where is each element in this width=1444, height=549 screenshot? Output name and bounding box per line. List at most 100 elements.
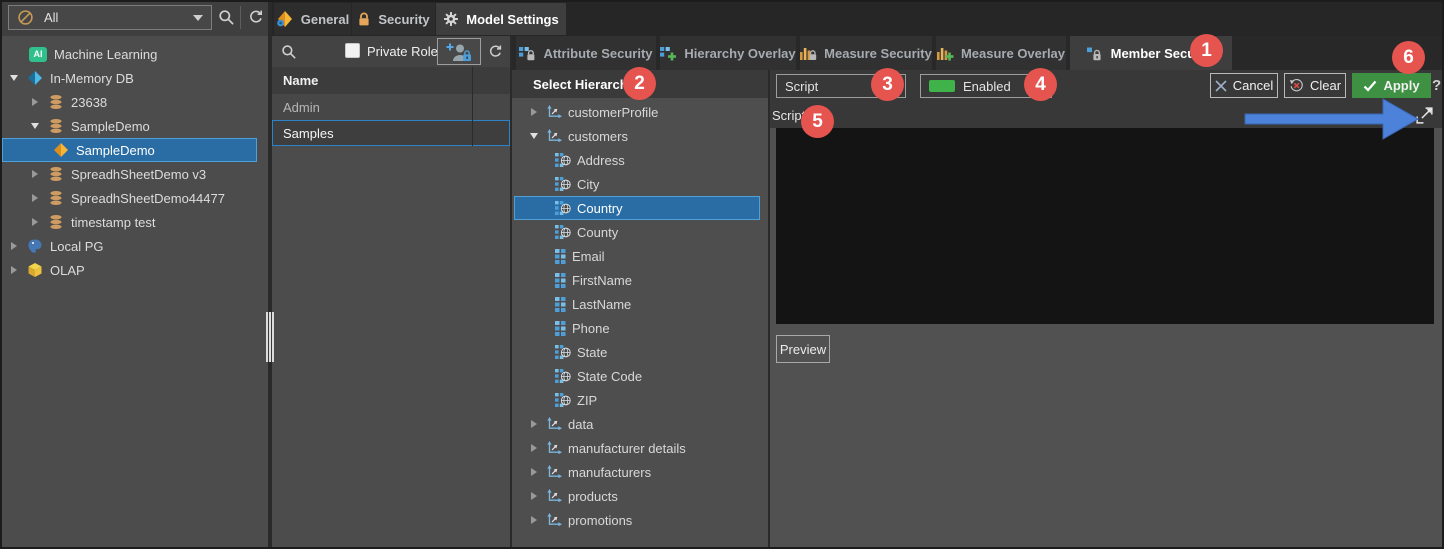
measure-security-icon: [800, 46, 817, 61]
expander-collapsed[interactable]: [8, 242, 20, 250]
olap-cube-icon: [27, 262, 43, 278]
hier-item-label: Address: [577, 153, 625, 168]
hier-item-label: City: [577, 177, 599, 192]
tree-item-label: SpreadhSheetDemo v3: [71, 167, 206, 182]
hier-item-county[interactable]: County: [512, 220, 768, 244]
expander-collapsed[interactable]: [29, 98, 41, 106]
expander-collapsed[interactable]: [528, 516, 540, 524]
hier-item-city[interactable]: City: [512, 172, 768, 196]
hier-item-customers[interactable]: customers: [512, 124, 768, 148]
hier-item-address[interactable]: Address: [512, 148, 768, 172]
hier-item-firstname[interactable]: FirstName: [512, 268, 768, 292]
hier-item-customerprofile[interactable]: customerProfile: [512, 100, 768, 124]
hier-item-state[interactable]: State: [512, 340, 768, 364]
tab-security[interactable]: Security: [352, 3, 435, 35]
hier-item-promotions[interactable]: promotions: [512, 508, 768, 532]
tree-item-olap[interactable]: OLAP: [0, 258, 268, 282]
expander-collapsed[interactable]: [29, 170, 41, 178]
database-icon: [48, 94, 64, 110]
tree-item-local-pg[interactable]: Local PG: [0, 234, 268, 258]
roles-row-admin[interactable]: Admin: [272, 94, 510, 120]
roles-refresh-icon[interactable]: [488, 44, 503, 59]
tab-label: Security: [378, 12, 429, 27]
callout-3-script-type: 3: [871, 68, 904, 101]
geo-level-icon: [555, 369, 571, 384]
explorer-search-icon[interactable]: [218, 9, 234, 25]
clear-button[interactable]: Clear: [1284, 73, 1346, 98]
hier-item-label: Country: [577, 201, 623, 216]
tab-model-settings[interactable]: Model Settings: [436, 3, 566, 35]
callout-number: 1: [1201, 40, 1212, 62]
hier-item-manufacturers[interactable]: manufacturers: [512, 460, 768, 484]
callout-number: 2: [634, 73, 645, 95]
hier-item-manufacturer-details[interactable]: manufacturer details: [512, 436, 768, 460]
tab-measure-overlay[interactable]: Measure Overlay: [936, 36, 1066, 70]
tab-hierarchy-overlay[interactable]: Hierarchy Overlay: [660, 36, 796, 70]
clear-reset-icon: [1289, 78, 1304, 93]
tab-measure-security[interactable]: Measure Security: [800, 36, 932, 70]
expander-expanded[interactable]: [29, 123, 41, 129]
hierarchy-overlay-icon: [660, 46, 677, 61]
script-editor[interactable]: [776, 128, 1434, 324]
attribute-level-icon: [555, 321, 566, 336]
hier-item-label: State Code: [577, 369, 642, 384]
tree-item-in-memory-db[interactable]: In-Memory DB: [0, 66, 268, 90]
expander-expanded[interactable]: [528, 133, 540, 139]
tab-attribute-security[interactable]: Attribute Security: [516, 36, 656, 70]
tree-item-spreadsheetdemo-v3[interactable]: SpreadhSheetDemo v3: [0, 162, 268, 186]
expander-collapsed[interactable]: [29, 218, 41, 226]
tree-item-23638[interactable]: 23638: [0, 90, 268, 114]
hier-item-lastname[interactable]: LastName: [512, 292, 768, 316]
add-role-button[interactable]: [437, 38, 481, 65]
button-label: Preview: [780, 342, 826, 357]
hier-item-products[interactable]: products: [512, 484, 768, 508]
tree-item-label: SpreadhSheetDemo44477: [71, 191, 225, 206]
callout-number: 6: [1403, 47, 1414, 69]
explorer-refresh-icon[interactable]: [248, 9, 264, 25]
tree-item-label: SampleDemo: [76, 143, 155, 158]
expander-expanded[interactable]: [8, 75, 20, 81]
expander-collapsed[interactable]: [528, 444, 540, 452]
roles-row-samples-selected[interactable]: Samples: [272, 120, 510, 146]
hier-item-label: LastName: [572, 297, 631, 312]
tree-item-machine-learning[interactable]: AI Machine Learning: [0, 42, 268, 66]
category-filter-dropdown[interactable]: All: [8, 5, 212, 30]
tab-label: Measure Overlay: [961, 46, 1065, 61]
private-roles-checkbox[interactable]: [345, 43, 360, 58]
tree-item-spreadsheetdemo44477[interactable]: SpreadhSheetDemo44477: [0, 186, 268, 210]
expander-collapsed[interactable]: [8, 266, 20, 274]
tab-label: Hierarchy Overlay: [684, 46, 795, 61]
apply-button[interactable]: Apply: [1352, 73, 1431, 98]
column-header-name[interactable]: Name: [283, 73, 318, 88]
expander-collapsed[interactable]: [528, 420, 540, 428]
cancel-button[interactable]: Cancel: [1210, 73, 1278, 98]
expander-collapsed[interactable]: [29, 194, 41, 202]
hier-item-phone[interactable]: Phone: [512, 316, 768, 340]
explorer-scrollbar-thumb[interactable]: [266, 312, 274, 362]
tree-item-timestamp-test[interactable]: timestamp test: [0, 210, 268, 234]
script-type-value: Script: [785, 79, 818, 94]
tree-item-label: In-Memory DB: [50, 71, 134, 86]
tab-general[interactable]: General: [274, 3, 351, 35]
preview-button[interactable]: Preview: [776, 335, 830, 363]
hier-item-data[interactable]: data: [512, 412, 768, 436]
tree-item-sampledemo-db[interactable]: SampleDemo: [0, 114, 268, 138]
tree-item-label: timestamp test: [71, 215, 156, 230]
general-cube-gear-icon: [276, 10, 294, 28]
hier-item-label: Email: [572, 249, 605, 264]
hier-item-state-code[interactable]: State Code: [512, 364, 768, 388]
hier-item-label: FirstName: [572, 273, 632, 288]
expander-collapsed[interactable]: [528, 492, 540, 500]
checkmark-icon: [1363, 80, 1377, 92]
hier-item-email[interactable]: Email: [512, 244, 768, 268]
tree-item-sampledemo-cube-selected[interactable]: SampleDemo: [2, 138, 257, 162]
database-icon: [48, 214, 64, 230]
help-button[interactable]: ?: [1432, 77, 1441, 94]
hier-item-zip[interactable]: ZIP: [512, 388, 768, 412]
expander-collapsed[interactable]: [528, 468, 540, 476]
hier-item-country-selected[interactable]: Country: [514, 196, 760, 220]
measure-overlay-icon: [937, 46, 954, 61]
roles-search-icon[interactable]: [281, 44, 296, 59]
enabled-toggle-on[interactable]: [929, 80, 955, 92]
expander-collapsed[interactable]: [528, 108, 540, 116]
